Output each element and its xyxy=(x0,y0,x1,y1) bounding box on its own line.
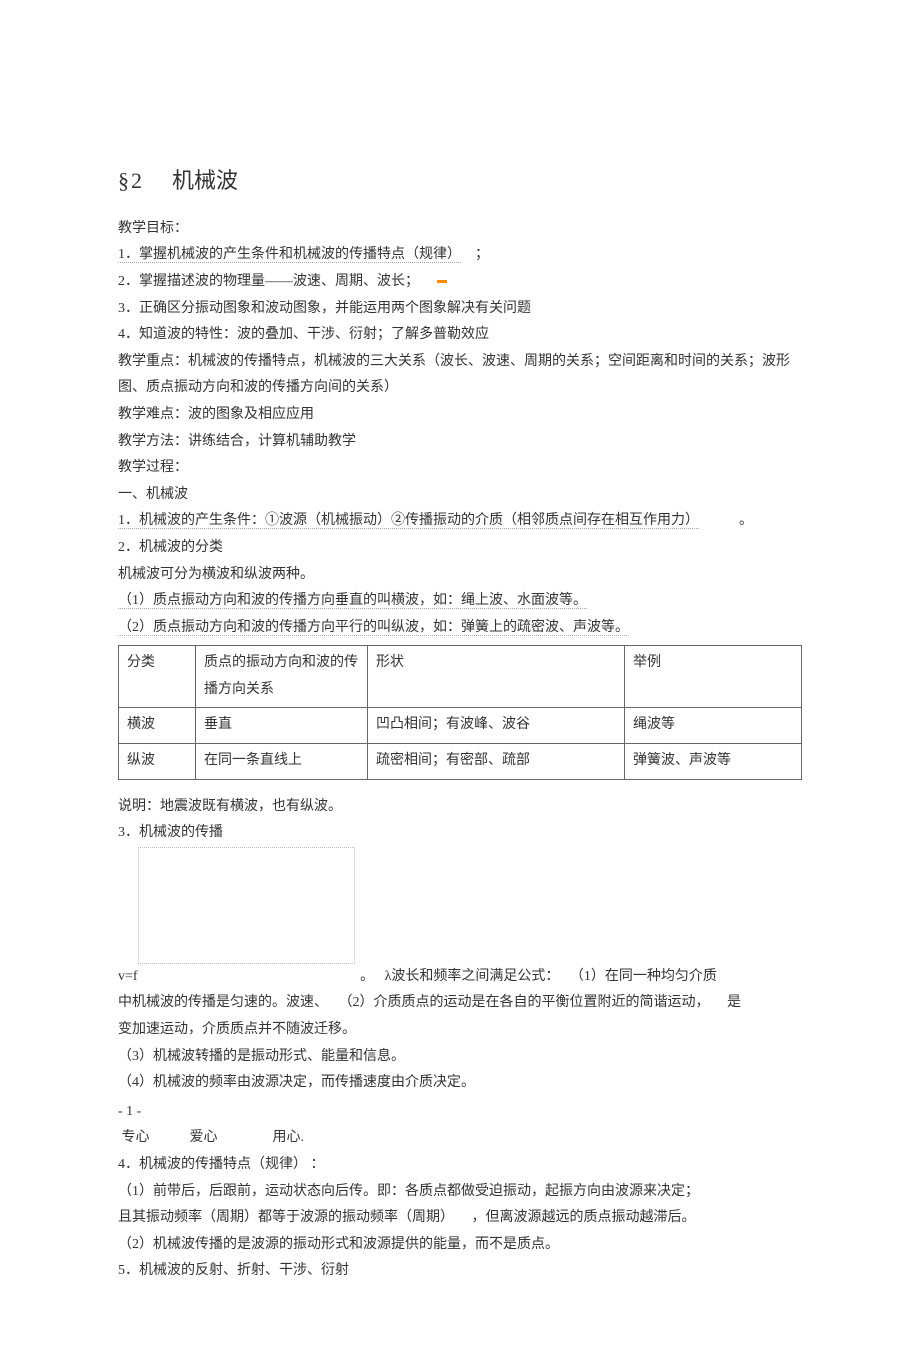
goal-3: 3．正确区分振动图象和波动图象，并能运用两个图象解决有关问题 xyxy=(118,296,802,323)
point-3-1: （1）在同一种均匀介质 xyxy=(570,969,717,984)
p3b-b: （2）介质质点的运动是在各自的平衡位置附近的简谐运动， xyxy=(339,995,710,1010)
cell: 垂直 xyxy=(196,708,368,744)
cell: 横波 xyxy=(119,708,196,744)
figure-row: v=f 。 λ波长和频率之间满足公式： （1）在同一种均匀介质 xyxy=(118,847,802,991)
footer-a: 专心 xyxy=(122,1125,150,1152)
difficulty: 教学难点：波的图象及相应应用 xyxy=(118,402,802,429)
th-relation: 质点的振动方向和波的传播方向关系 xyxy=(196,646,368,708)
p3b-c: 是 xyxy=(727,995,741,1010)
point-2c: （2）质点振动方向和波的传播方向平行的叫纵波，如：弹簧上的疏密波、声波等。 xyxy=(118,615,802,642)
goal-2: 2．掌握描述波的物理量——波速、周期、波长； xyxy=(118,269,802,296)
section-number: §2 xyxy=(118,168,144,193)
table-header-row: 分类 质点的振动方向和波的传播方向关系 形状 举例 xyxy=(119,646,802,708)
section-name: 机械波 xyxy=(172,168,238,193)
point-2c-text: （2）质点振动方向和波的传播方向平行的叫纵波，如：弹簧上的疏密波、声波等。 xyxy=(118,620,629,636)
figure-placeholder xyxy=(138,847,355,964)
point-3d: （3）机械波转播的是振动形式、能量和信息。 xyxy=(118,1044,802,1071)
point-3c: 变加速运动，介质质点并不随波迁移。 xyxy=(118,1017,802,1044)
p4b-a: 且其振动频率（周期）都等于波源的振动频率（周期） xyxy=(118,1210,454,1225)
period: 。 xyxy=(360,969,374,984)
th-example: 举例 xyxy=(625,646,802,708)
goal-1-semicolon: ； xyxy=(475,247,489,262)
cell: 在同一条直线上 xyxy=(196,744,368,780)
cell: 绳波等 xyxy=(625,708,802,744)
goal-1-text: 1．掌握机械波的产生条件和机械波的传播特点（规律） xyxy=(118,247,461,263)
footer-c: 用心. xyxy=(273,1125,305,1152)
goal-2-text: 2．掌握描述波的物理量——波速、周期、波长； xyxy=(118,274,419,289)
point-4b: 且其振动频率（周期）都等于波源的振动频率（周期） ，但离波源越远的质点振动越滞后… xyxy=(118,1205,802,1232)
classification-table: 分类 质点的振动方向和波的传播方向关系 形状 举例 横波 垂直 凹凸相间；有波峰… xyxy=(118,645,802,779)
p4b-b: ，但离波源越远的质点振动越滞后。 xyxy=(472,1210,696,1225)
point-3e: （4）机械波的频率由波源决定，而传播速度由介质决定。 xyxy=(118,1070,802,1097)
p3b-a: 中机械波的传播是匀速的。波速、 xyxy=(118,995,328,1010)
earthquake-note: 说明：地震波既有横波，也有纵波。 xyxy=(118,794,802,821)
point-3-heading: 3．机械波的传播 xyxy=(118,820,802,847)
goal-1: 1．掌握机械波的产生条件和机械波的传播特点（规律） ； xyxy=(118,242,802,269)
key-point: 教学重点：机械波的传播特点，机械波的三大关系（波长、波速、周期的关系；空间距离和… xyxy=(118,349,802,402)
th-category: 分类 xyxy=(119,646,196,708)
highlight-bar-icon xyxy=(437,280,447,283)
footer-motto: 专心 爱心 用心. xyxy=(118,1125,802,1152)
footer-b: 爱心 xyxy=(190,1125,218,1152)
section-1-heading: 一、机械波 xyxy=(118,482,802,509)
goals-heading: 教学目标： xyxy=(118,216,802,243)
point-1-text: 1．机械波的产生条件：①波源（机械振动）②传播振动的介质（相邻质点间存在相互作用… xyxy=(118,513,699,529)
document-title: §2 机械波 xyxy=(118,160,802,202)
goal-4: 4．知道波的特性：波的叠加、干涉、衍射；了解多普勒效应 xyxy=(118,322,802,349)
page-number: - 1 - xyxy=(118,1099,802,1126)
method: 教学方法：讲练结合，计算机辅助教学 xyxy=(118,429,802,456)
point-3b: 中机械波的传播是匀速的。波速、 （2）介质质点的运动是在各自的平衡位置附近的简谐… xyxy=(118,990,802,1017)
point-1-period: 。 xyxy=(739,508,753,535)
point-2b: （1）质点振动方向和波的传播方向垂直的叫横波，如：绳上波、水面波等。 xyxy=(118,588,802,615)
th-shape: 形状 xyxy=(368,646,625,708)
table-row: 纵波 在同一条直线上 疏密相间；有密部、疏部 弹簧波、声波等 xyxy=(119,744,802,780)
point-2-heading: 2．机械波的分类 xyxy=(118,535,802,562)
formula-vf: v=f xyxy=(118,969,138,984)
point-4c: （2）机械波传播的是波源的振动形式和波源提供的能量，而不是质点。 xyxy=(118,1232,802,1259)
table-row: 横波 垂直 凹凸相间；有波峰、波谷 绳波等 xyxy=(119,708,802,744)
point-4-heading: 4．机械波的传播特点（规律） ： xyxy=(118,1152,802,1179)
point-1: 1．机械波的产生条件：①波源（机械振动）②传播振动的介质（相邻质点间存在相互作用… xyxy=(118,508,802,535)
cell: 纵波 xyxy=(119,744,196,780)
point-2b-text: （1）质点振动方向和波的传播方向垂直的叫横波，如：绳上波、水面波等。 xyxy=(118,593,587,609)
point-5-heading: 5．机械波的反射、折射、干涉、衍射 xyxy=(118,1258,802,1285)
cell: 疏密相间；有密部、疏部 xyxy=(368,744,625,780)
point-4a: （1）前带后，后跟前，运动状态向后传。即：各质点都做受迫振动，起振方向由波源来决… xyxy=(118,1179,802,1206)
cell: 凹凸相间；有波峰、波谷 xyxy=(368,708,625,744)
cell: 弹簧波、声波等 xyxy=(625,744,802,780)
point-2a: 机械波可分为横波和纵波两种。 xyxy=(118,562,802,589)
process-heading: 教学过程： xyxy=(118,455,802,482)
lambda-text: λ波长和频率之间满足公式： xyxy=(385,969,560,984)
